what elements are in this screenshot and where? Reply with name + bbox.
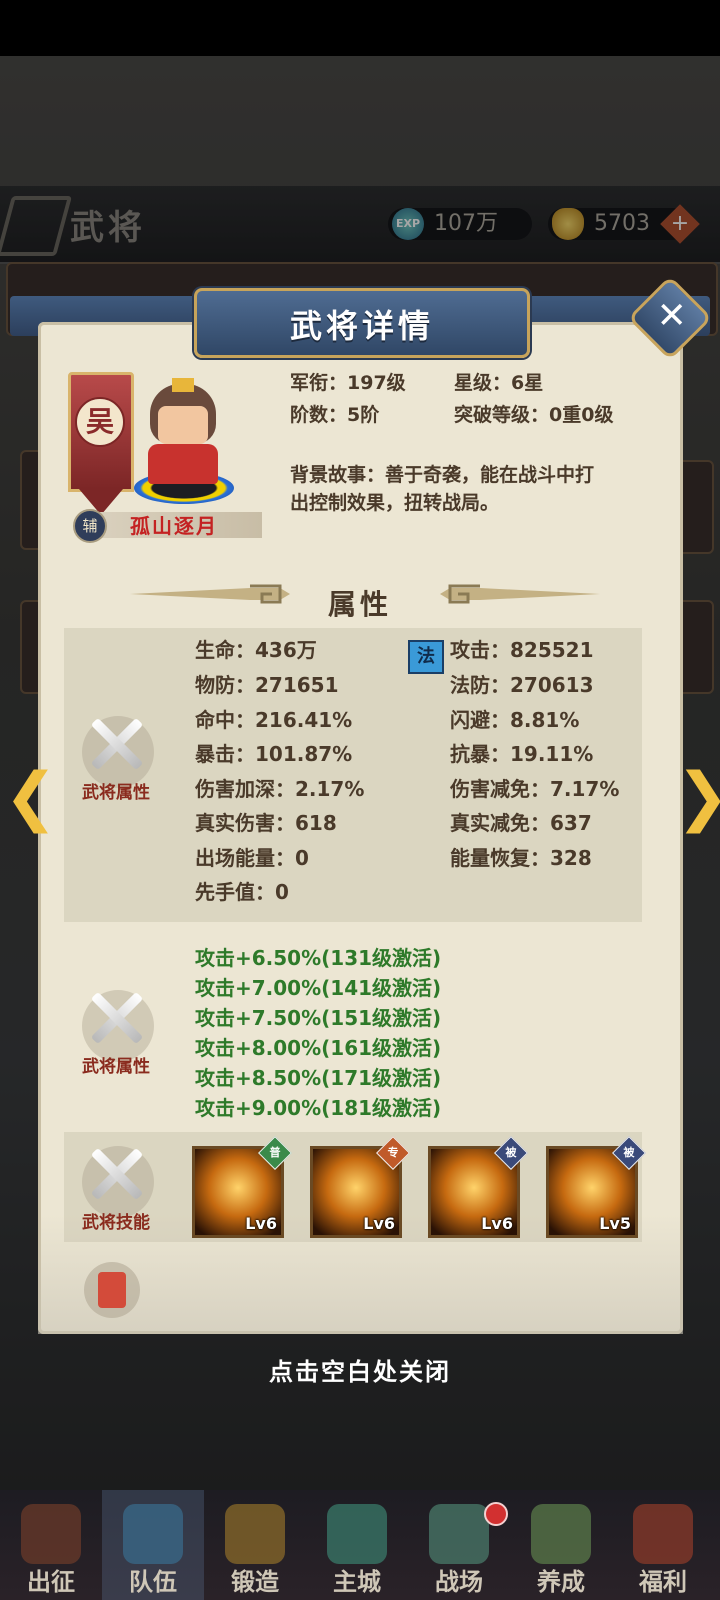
cultivation-icon xyxy=(531,1504,591,1564)
stat-phys-def: 物防：271651 xyxy=(195,673,339,697)
skill-slot-1[interactable]: 普 Lv6 xyxy=(192,1136,292,1238)
nav-item-cultivation[interactable]: 养成 xyxy=(510,1490,612,1600)
main-city-icon xyxy=(327,1504,387,1564)
story-line-2: 出控制效果，扭转战局。 xyxy=(290,492,500,514)
story-line-1: 背景故事：善于奇袭，能在战斗中打 xyxy=(290,464,595,486)
stat-attack: 攻击：825521 xyxy=(450,638,594,662)
biography-scroll-button[interactable] xyxy=(84,1262,140,1318)
stat-dmg-reduce: 伤害减免：7.17% xyxy=(450,777,620,801)
dialog-title: 武将详情 xyxy=(289,307,434,345)
faction-banner: 吴 xyxy=(68,372,134,515)
bottom-nav: 出征 队伍 锻造 主城 战场 养成 福利 xyxy=(0,1490,720,1600)
scroll-icon xyxy=(98,1272,126,1308)
portrait-body xyxy=(148,444,218,484)
side-label-attributes-2: 武将属性 xyxy=(82,1057,150,1077)
bonus-line: 攻击+7.00%(141级激活) xyxy=(195,976,442,1000)
general-name: 孤山逐月 xyxy=(130,514,218,538)
stat-hit: 命中：216.41% xyxy=(195,708,353,732)
skill-level: Lv6 xyxy=(245,1214,277,1233)
stat-magic-def: 法防：270613 xyxy=(450,673,594,697)
bonus-line: 攻击+8.00%(161级激活) xyxy=(195,1036,442,1060)
role-badge: 辅 xyxy=(73,509,107,543)
stat-true-reduce: 真实减免：637 xyxy=(450,811,592,835)
bonus-line: 攻击+9.00%(181级激活) xyxy=(195,1096,442,1120)
breakthrough-text: 突破等级：0重0级 xyxy=(454,404,614,426)
general-portrait xyxy=(128,378,234,506)
nav-item-welfare[interactable]: 福利 xyxy=(612,1490,714,1600)
status-bar xyxy=(0,0,720,56)
stat-entry-energy: 出场能量：0 xyxy=(195,846,309,870)
faction-emblem: 吴 xyxy=(75,397,125,447)
stat-energy-regen: 能量恢复：328 xyxy=(450,846,592,870)
stat-crit: 暴击：101.87% xyxy=(195,742,353,766)
portrait-face xyxy=(158,406,208,444)
general-name-bar: 孤山逐月 xyxy=(100,512,262,538)
dialog-title-plate: 武将详情 xyxy=(194,288,530,358)
stage-text: 阶数：5阶 xyxy=(290,404,380,426)
star-text: 星级：6星 xyxy=(454,372,544,394)
close-icon: ✕ xyxy=(656,295,687,337)
skill-level: Lv5 xyxy=(599,1214,631,1233)
team-icon xyxy=(123,1504,183,1564)
nav-item-team[interactable]: 队伍 xyxy=(102,1490,204,1600)
skill-level: Lv6 xyxy=(481,1214,513,1233)
nav-item-expedition[interactable]: 出征 xyxy=(0,1490,102,1600)
skill-slot-3[interactable]: 被 Lv6 xyxy=(428,1136,528,1238)
stat-dodge: 闪避：8.81% xyxy=(450,708,580,732)
bonus-line: 攻击+8.50%(171级激活) xyxy=(195,1066,442,1090)
notification-dot xyxy=(484,1502,508,1526)
rank-text: 军衔：197级 xyxy=(290,372,406,394)
portrait-crown xyxy=(172,378,194,392)
battlefield-icon xyxy=(429,1504,489,1564)
nav-item-forge[interactable]: 锻造 xyxy=(204,1490,306,1600)
forge-icon xyxy=(225,1504,285,1564)
nav-item-main-city[interactable]: 主城 xyxy=(306,1490,408,1600)
close-hint[interactable]: 点击空白处关闭 xyxy=(0,1352,720,1387)
magic-attack-tag: 法 xyxy=(408,640,444,674)
side-label-skills: 武将技能 xyxy=(82,1213,150,1233)
stat-true-dmg: 真实伤害：618 xyxy=(195,811,337,835)
bonus-line: 攻击+6.50%(131级激活) xyxy=(195,946,442,970)
next-general-arrow-icon[interactable]: ❯ xyxy=(676,760,720,834)
expedition-icon xyxy=(21,1504,81,1564)
side-label-attributes: 武将属性 xyxy=(82,783,150,803)
section-title-attributes: 属性 xyxy=(327,588,392,621)
stat-crit-resist: 抗暴：19.11% xyxy=(450,742,594,766)
prev-general-arrow-icon[interactable]: ❮ xyxy=(4,760,58,834)
skill-slot-2[interactable]: 专 Lv6 xyxy=(310,1136,410,1238)
skill-level: Lv6 xyxy=(363,1214,395,1233)
welfare-icon xyxy=(633,1504,693,1564)
skill-slot-4[interactable]: 被 Lv5 xyxy=(546,1136,646,1238)
stat-initiative: 先手值：0 xyxy=(195,880,289,904)
stat-hp: 生命：436万 xyxy=(195,638,317,662)
bonus-line: 攻击+7.50%(151级激活) xyxy=(195,1006,442,1030)
stat-dmg-boost: 伤害加深：2.17% xyxy=(195,777,365,801)
